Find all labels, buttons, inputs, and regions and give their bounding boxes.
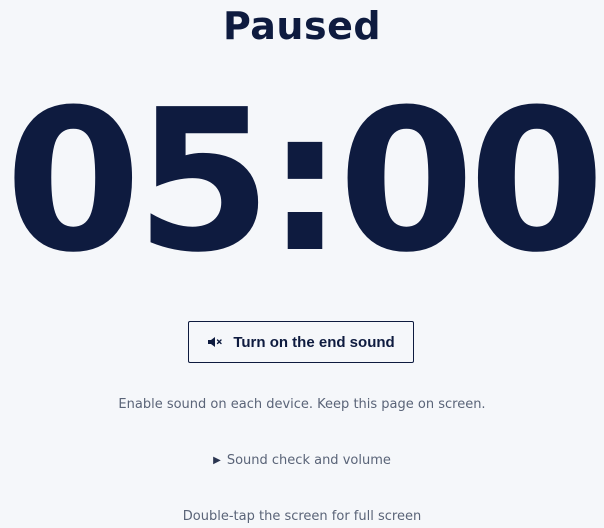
sound-hint-text: Enable sound on each device. Keep this p… [118, 397, 486, 412]
turn-on-end-sound-button[interactable]: Turn on the end sound [188, 321, 414, 363]
triangle-right-icon: ▶ [213, 454, 221, 466]
speaker-muted-icon [207, 335, 223, 349]
timer-status-title: Paused [222, 4, 382, 48]
fullscreen-hint-text: Double-tap the screen for full screen [182, 509, 422, 524]
sound-button-label: Turn on the end sound [233, 333, 395, 351]
sound-check-label: Sound check and volume [226, 453, 391, 468]
timer-display[interactable]: 05:00 [0, 84, 604, 280]
sound-check-disclosure[interactable]: ▶ Sound check and volume [0, 453, 604, 468]
